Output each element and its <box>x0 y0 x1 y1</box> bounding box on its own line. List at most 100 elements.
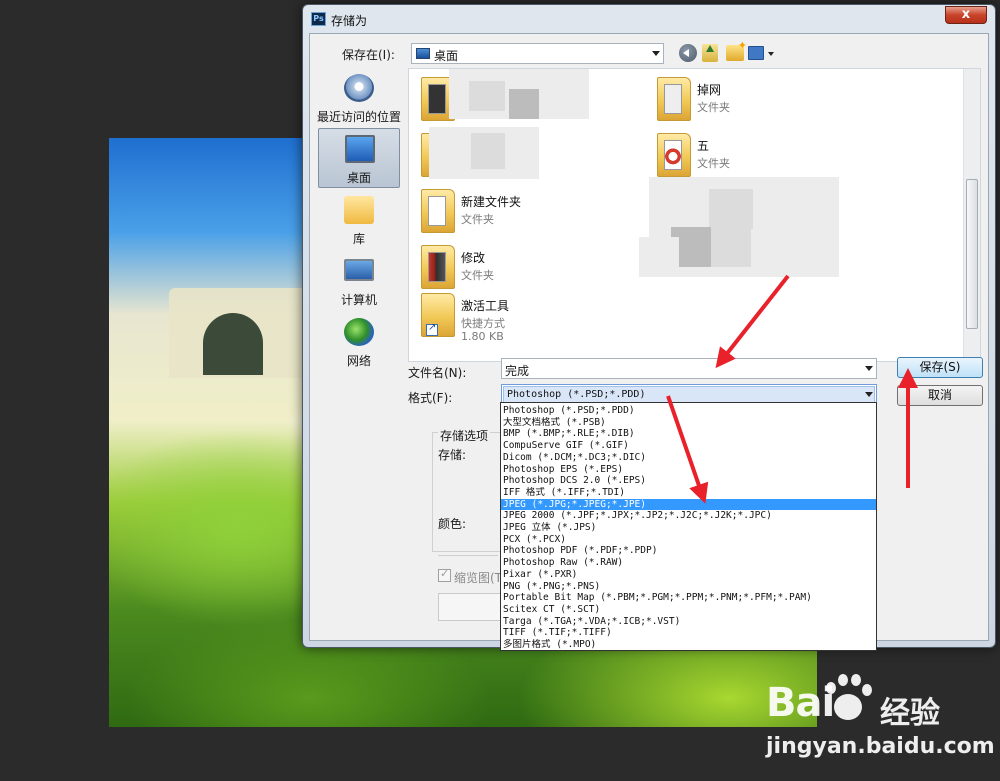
close-button[interactable]: x <box>945 6 987 24</box>
format-option[interactable]: Pixar (*.PXR) <box>501 569 876 581</box>
chevron-down-icon[interactable] <box>865 366 873 371</box>
format-option[interactable]: Photoshop DCS 2.0 (*.EPS) <box>501 475 876 487</box>
scrollbar-thumb[interactable] <box>966 179 978 329</box>
place-computer[interactable]: 计算机 <box>314 251 404 311</box>
format-option[interactable]: PNG (*.PNG;*.PNS) <box>501 581 876 593</box>
save-in-label: 保存在(I): <box>342 48 395 62</box>
format-dropdown-list[interactable]: Photoshop (*.PSD;*.PDD) 大型文档格式 (*.PSB) BMP… <box>500 402 877 651</box>
blurred-region <box>639 237 679 277</box>
save-options-color-label: 颜色: <box>438 517 467 531</box>
blurred-region <box>709 189 753 229</box>
file-name: 掉网 <box>697 83 722 97</box>
chevron-down-icon[interactable] <box>865 392 873 397</box>
file-type: 文件夹 <box>461 213 494 226</box>
format-label: 格式(F): <box>408 391 453 405</box>
folder-icon <box>421 293 455 337</box>
baidu-jingyan-watermark: Bai 经验 jingyan.baidu.com <box>760 672 995 772</box>
place-label: 最近访问的位置 <box>316 110 401 124</box>
watermark-jingyan-text: 经验 <box>880 696 940 731</box>
chevron-down-icon <box>652 51 660 56</box>
format-option[interactable]: Targa (*.TGA;*.VDA;*.ICB;*.VST) <box>501 616 876 628</box>
desktop-small-icon <box>416 48 430 59</box>
format-option[interactable]: Portable Bit Map (*.PBM;*.PGM;*.PPM;*.PN… <box>501 592 876 604</box>
baidu-paw-icon <box>818 672 874 728</box>
format-option[interactable]: JPEG 2000 (*.JPF;*.JPX;*.JP2;*.J2C;*.J2K… <box>501 510 876 522</box>
back-arrow-icon[interactable] <box>679 44 697 62</box>
list-item[interactable]: 掉网 文件夹 <box>649 75 869 127</box>
folder-icon <box>421 245 455 289</box>
shortcut-arrow-icon <box>426 322 438 336</box>
file-type: 文件夹 <box>697 157 730 170</box>
place-recent[interactable]: 最近访问的位置 <box>314 68 404 128</box>
list-item[interactable]: 激活工具 快捷方式 1.80 KB <box>413 291 633 343</box>
place-label: 计算机 <box>340 293 377 307</box>
format-option[interactable]: Scitex CT (*.SCT) <box>501 604 876 616</box>
places-bar: 最近访问的位置 桌面 库 计算机 网络 <box>314 68 404 368</box>
file-type: 文件夹 <box>461 269 494 282</box>
format-value: Photoshop (*.PSD;*.PDD) <box>507 389 646 400</box>
recent-places-icon <box>344 74 374 102</box>
format-option[interactable]: Photoshop PDF (*.PDF;*.PDP) <box>501 545 876 557</box>
format-option[interactable]: BMP (*.BMP;*.RLE;*.DIB) <box>501 428 876 440</box>
filename-value: 完成 <box>505 364 530 378</box>
view-menu-chevron-icon[interactable] <box>768 52 774 56</box>
filename-input[interactable]: 完成 <box>501 358 877 379</box>
list-item[interactable]: 修改 文件夹 <box>413 243 633 295</box>
format-option[interactable]: CompuServe GIF (*.GIF) <box>501 440 876 452</box>
format-option[interactable]: Photoshop EPS (*.EPS) <box>501 464 876 476</box>
file-type: 文件夹 <box>697 101 730 114</box>
place-library[interactable]: 库 <box>314 190 404 250</box>
view-menu-icon[interactable] <box>748 46 764 60</box>
list-item[interactable]: 新建文件夹 文件夹 <box>413 187 633 239</box>
photo-ruin-window <box>203 313 263 375</box>
save-in-value: 桌面 <box>434 49 459 63</box>
network-icon <box>344 318 374 346</box>
format-option[interactable]: PCX (*.PCX) <box>501 534 876 546</box>
save-in-combo[interactable]: 桌面 <box>411 43 664 64</box>
format-option[interactable]: Dicom (*.DCM;*.DC3;*.DIC) <box>501 452 876 464</box>
folder-icon <box>657 133 691 177</box>
desktop-icon <box>345 135 375 163</box>
format-option[interactable]: JPEG (*.JPG;*.JPEG;*.JPE) <box>501 498 876 511</box>
file-type: 快捷方式 <box>461 317 505 330</box>
file-name: 五 <box>697 139 710 153</box>
cancel-button[interactable]: 取消 <box>897 385 983 406</box>
file-list[interactable]: 新建文件夹 文件夹 修改 文件夹 激活工具 快捷方式 1.80 KB 掉网 <box>408 68 981 362</box>
file-name: 新建文件夹 <box>461 195 522 209</box>
folder-icon <box>657 77 691 121</box>
library-icon <box>344 196 374 224</box>
save-options-title: 存储选项 <box>438 427 491 444</box>
format-option[interactable]: IFF 格式 (*.IFF;*.TDI) <box>501 487 876 499</box>
format-option[interactable]: JPEG 立体 (*.JPS) <box>501 522 876 534</box>
thumbnail-preview-box <box>438 593 504 621</box>
place-network[interactable]: 网络 <box>314 312 404 372</box>
folder-icon <box>421 189 455 233</box>
new-folder-icon[interactable] <box>726 39 747 61</box>
blurred-region <box>469 81 505 111</box>
format-option[interactable]: Photoshop (*.PSD;*.PDD) <box>501 405 876 417</box>
divider <box>438 555 498 556</box>
place-label: 网络 <box>346 354 371 368</box>
format-option[interactable]: 大型文档格式 (*.PSB) <box>501 417 876 429</box>
format-select-highlight: Photoshop (*.PSD;*.PDD) <box>503 386 875 403</box>
format-option[interactable]: Photoshop Raw (*.RAW) <box>501 557 876 569</box>
list-item[interactable]: 五 文件夹 <box>649 131 869 183</box>
thumbnail-checkbox[interactable] <box>438 567 451 582</box>
place-label: 库 <box>352 232 365 246</box>
place-desktop[interactable]: 桌面 <box>318 128 400 188</box>
blurred-region <box>471 133 505 169</box>
up-folder-icon[interactable] <box>702 44 718 62</box>
dialog-title: 存储为 <box>331 14 368 28</box>
file-name: 激活工具 <box>461 299 510 313</box>
save-options-save-label: 存储: <box>438 448 467 462</box>
thumbnail-label: 缩览图(T <box>454 571 503 585</box>
computer-icon <box>344 259 374 281</box>
format-option[interactable]: 多图片格式 (*.MPO) <box>501 639 876 651</box>
place-label: 桌面 <box>346 171 371 185</box>
watermark-url: jingyan.baidu.com <box>766 734 995 759</box>
save-button[interactable]: 保存(S) <box>897 357 983 378</box>
blurred-region <box>509 89 539 119</box>
vertical-scrollbar[interactable] <box>963 69 980 361</box>
format-option[interactable]: TIFF (*.TIF;*.TIFF) <box>501 627 876 639</box>
title-bar[interactable]: Ps 存储为 x <box>303 5 995 33</box>
